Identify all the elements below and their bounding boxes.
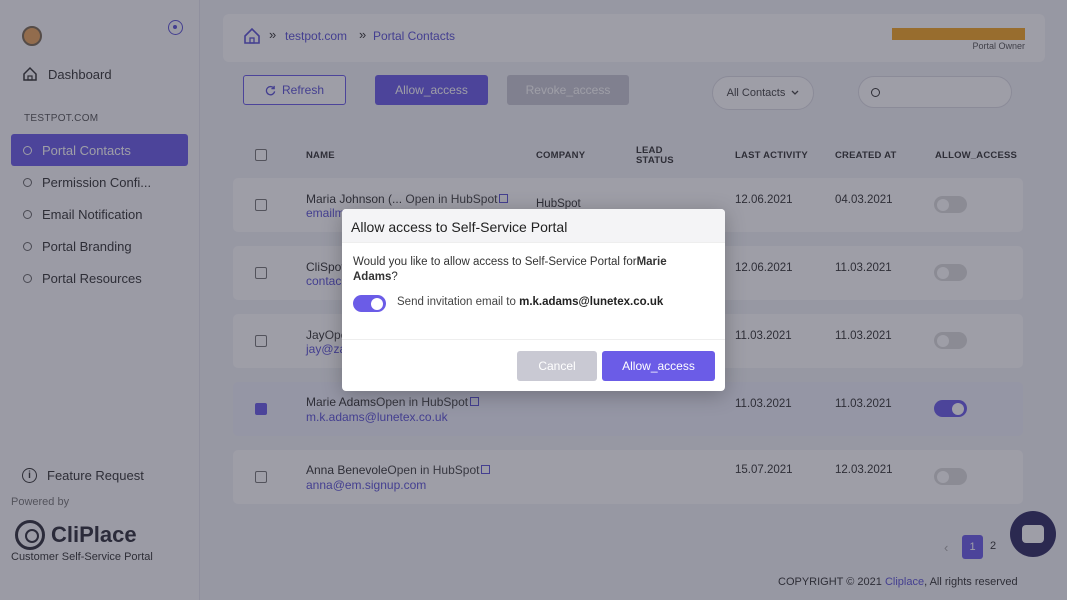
- confirm-allow-access-button[interactable]: Allow_access: [602, 351, 715, 381]
- dialog-title: Allow access to Self-Service Portal: [342, 209, 725, 243]
- dialog-message: Would you like to allow access to Self-S…: [353, 256, 667, 283]
- send-invitation-label: Send invitation email to m.k.adams@lunet…: [397, 296, 664, 308]
- allow-access-dialog: Allow access to Self-Service Portal Woul…: [342, 209, 725, 391]
- send-invitation-toggle[interactable]: [353, 295, 386, 312]
- dialog-divider: [342, 339, 725, 340]
- cancel-button[interactable]: Cancel: [517, 351, 597, 381]
